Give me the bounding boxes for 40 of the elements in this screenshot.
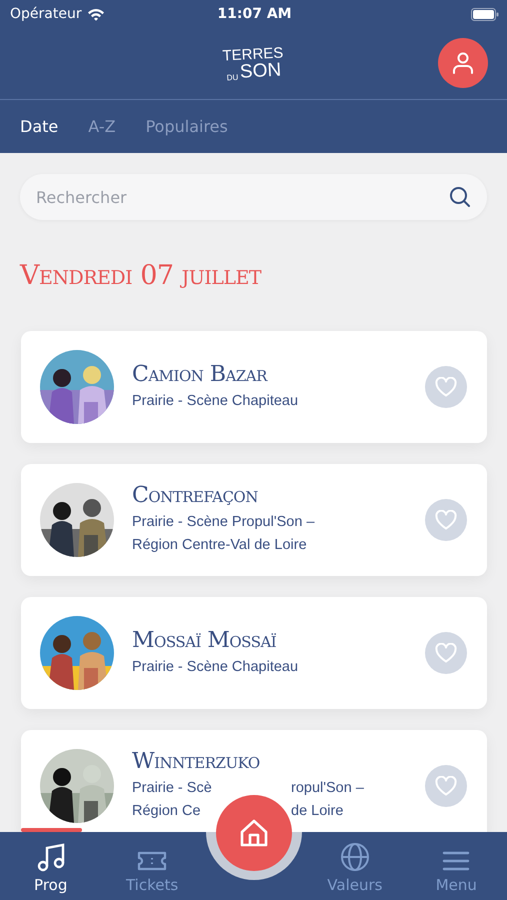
stage-name: de Loire	[291, 802, 344, 821]
stage-name: Prairie - Scè	[132, 779, 212, 798]
artist-name: Winnterzuko	[132, 749, 261, 774]
stage-name: ropul'Son –	[291, 779, 364, 798]
day-heading: Vendredi 07 juillet	[20, 260, 262, 293]
battery-icon	[471, 8, 499, 20]
artist-card[interactable]: Winnterzuko Prairie - Scè ropul'Son – Région Ce de Loire	[21, 730, 487, 832]
search-field[interactable]: Rechercher	[20, 174, 487, 220]
music-note-icon	[36, 842, 66, 872]
clock-time: 11:07 AM	[216, 6, 293, 22]
home-icon	[238, 818, 268, 848]
artist-name: Camion Bazar	[132, 362, 269, 386]
menu-icon	[442, 850, 470, 872]
stage-name: Prairie - Scène Chapiteau	[132, 658, 298, 674]
stage-name: Prairie - Scène Propul'Son –	[132, 514, 315, 530]
artist-card[interactable]: Contrefaçon Prairie - Scène Propul'Son – Région Centre-Val de Loire	[21, 464, 487, 576]
heart-icon	[435, 776, 457, 796]
heart-icon	[435, 643, 457, 663]
favorite-button[interactable]	[425, 765, 467, 807]
artist-name: Contrefaçon	[132, 483, 259, 508]
stage-name: Région Centre-Val de Loire	[132, 537, 307, 553]
favorite-button[interactable]	[425, 366, 467, 408]
stage-name: Prairie - Scène Chapiteau	[132, 392, 298, 408]
filter-tab[interactable]: Date	[20, 117, 58, 136]
search-icon	[449, 186, 471, 208]
artist-name: Mossaï Mossaï	[132, 628, 278, 652]
artist-card[interactable]: Mossaï Mossaï Prairie - Scène Chapiteau	[21, 597, 487, 709]
wifi-icon	[86, 8, 105, 20]
heart-icon	[435, 510, 457, 530]
ticket-icon	[137, 850, 168, 872]
heart-icon	[435, 377, 457, 397]
artist-card[interactable]: Camion Bazar Prairie - Scène Chapiteau	[21, 331, 487, 443]
favorite-button[interactable]	[425, 499, 467, 541]
stage-name: Région Ce	[132, 802, 201, 821]
favorite-button[interactable]	[425, 632, 467, 674]
carrier-name: Opérateur	[10, 6, 82, 22]
globe-icon	[340, 842, 370, 872]
person-icon	[451, 51, 475, 75]
profile-button[interactable]	[438, 38, 488, 88]
festival-logo: TERRES DU SON	[222, 44, 285, 82]
